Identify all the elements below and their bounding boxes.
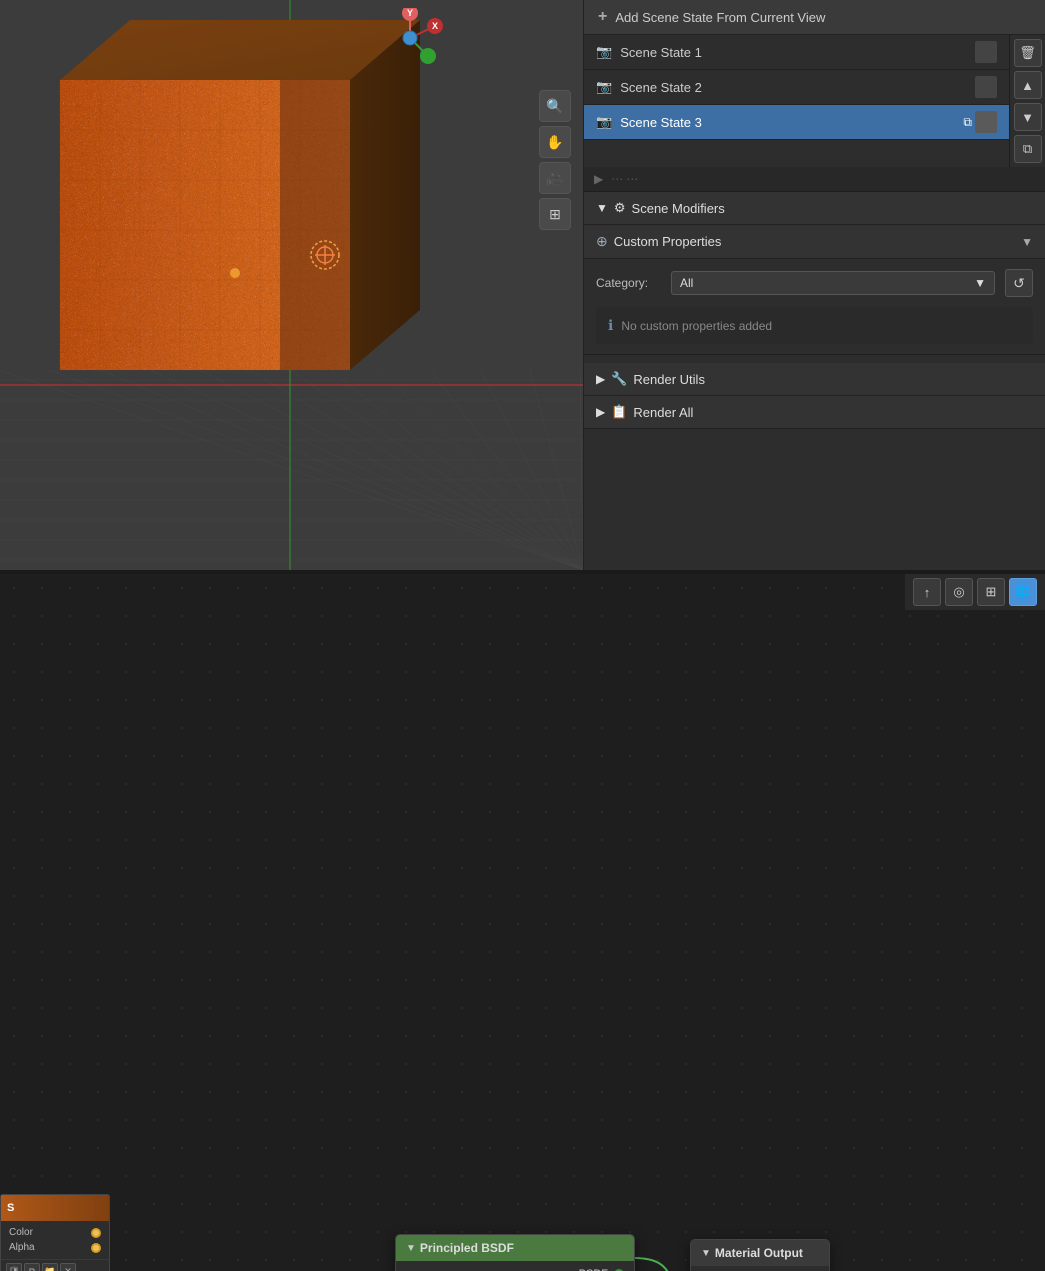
- zoom-tool-btn[interactable]: 🔍: [539, 90, 571, 122]
- card-top-color-label: Color: [9, 1227, 87, 1238]
- scene-states-list: 📷 Scene State 1 📷 Scene State 2 📷 Scene …: [584, 35, 1009, 167]
- left-card-top: S Color Alpha 🛡 ⧉ 📁 ✕ ▼ ▼ ▼ ▼ ▼: [0, 1194, 110, 1271]
- principled-chevron-icon: ▼: [406, 1243, 416, 1254]
- custom-properties-body: Category: All ▼ ↺ ℹ No custom properties…: [584, 259, 1045, 354]
- pan-tool-btn[interactable]: ✋: [539, 126, 571, 158]
- render-utils-chevron: ▶: [596, 372, 605, 386]
- custom-properties-title: Custom Properties: [614, 234, 1015, 249]
- toolbar-circle-button[interactable]: ◎: [945, 578, 973, 606]
- playback-row: ▶ ⋯⋯: [584, 167, 1045, 192]
- card-top-color-socket: [91, 1228, 101, 1238]
- card-top-close-btn[interactable]: ✕: [60, 1263, 76, 1271]
- scene-states-container: 📷 Scene State 1 📷 Scene State 2 📷 Scene …: [584, 35, 1045, 167]
- scene-states-sidebar: 🗑 ▲ ▼ ⧉: [1009, 35, 1045, 167]
- toolbar-globe-button[interactable]: 🌐: [1009, 578, 1037, 606]
- no-props-message: ℹ No custom properties added: [596, 307, 1033, 344]
- category-chevron-icon: ▼: [974, 276, 986, 290]
- delete-scene-state-button[interactable]: 🗑: [1014, 39, 1042, 67]
- scene-modifiers-section[interactable]: ▼ ⚙ Scene Modifiers: [584, 192, 1045, 225]
- navigation-gizmo[interactable]: Y X: [370, 8, 450, 68]
- camera-icon-1: 📷: [596, 44, 612, 60]
- bsdf-output-row: BSDF: [396, 1265, 634, 1271]
- scene-state-thumbnail-2: [975, 76, 997, 98]
- scene-state-item-1[interactable]: 📷 Scene State 1: [584, 35, 1009, 70]
- left-card-top-title: S: [7, 1202, 14, 1214]
- render-utils-icon: 🔧: [611, 371, 627, 387]
- card-top-alpha-row: Alpha: [1, 1240, 109, 1255]
- toolbar-grid-button[interactable]: ⊞: [977, 578, 1005, 606]
- node-editor-background: [0, 574, 1045, 1271]
- add-scene-state-label: Add Scene State From Current View: [615, 10, 825, 25]
- custom-properties-header[interactable]: ⊕ Custom Properties ▼: [584, 225, 1045, 259]
- card-top-copy-btn[interactable]: ⧉: [24, 1263, 40, 1271]
- card-top-alpha-socket: [91, 1243, 101, 1253]
- scene-modifiers-chevron: ▼: [596, 201, 608, 215]
- node-editor[interactable]: ↑ ◎ ⊞ 🌐 S Color Alpha �: [0, 574, 1045, 1271]
- scene-state-thumbnail-3: [975, 111, 997, 133]
- scene-state-thumbnail-1: [975, 41, 997, 63]
- material-output-title: Material Output: [715, 1246, 803, 1260]
- playback-dots: ⋯⋯: [611, 172, 641, 186]
- render-utils-section[interactable]: ▶ 🔧 Render Utils: [584, 363, 1045, 396]
- camera-icon-3: 📷: [596, 114, 612, 130]
- principled-bsdf-header[interactable]: ▼ Principled BSDF: [396, 1235, 634, 1261]
- scene-state-actions-3: ⧉: [963, 111, 997, 133]
- camera-tool-btn[interactable]: 🎥: [539, 162, 571, 194]
- viewport-background: [0, 0, 583, 570]
- principled-bsdf-body: BSDF Base Color Metallic Roughness: [396, 1261, 634, 1271]
- viewport-tools: 🔍 ✋ 🎥 ⊞: [539, 90, 571, 230]
- add-scene-state-button[interactable]: + Add Scene State From Current View: [584, 0, 1045, 35]
- info-icon: ℹ: [608, 317, 613, 334]
- move-down-button[interactable]: ▼: [1014, 103, 1042, 131]
- move-up-button[interactable]: ▲: [1014, 71, 1042, 99]
- render-all-title: Render All: [633, 405, 1033, 420]
- left-card-top-header: S: [1, 1195, 109, 1221]
- render-utils-title: Render Utils: [633, 372, 1033, 387]
- material-output-header[interactable]: ▼ Material Output: [691, 1240, 829, 1266]
- scene-modifiers-title: Scene Modifiers: [632, 201, 1033, 216]
- card-top-folder-btn[interactable]: 📁: [42, 1263, 58, 1271]
- card-top-controls: 🛡 ⧉ 📁 ✕: [1, 1259, 109, 1271]
- material-output-node: ▼ Material Output All ▼ Surface Volume: [690, 1239, 830, 1271]
- top-section: Y X 🔍 ✋ 🎥 ⊞ + Add Scene State Fro: [0, 0, 1045, 570]
- camera-icon-2: 📷: [596, 79, 612, 95]
- card-top-color-row: Color: [1, 1225, 109, 1240]
- svg-text:X: X: [432, 21, 438, 31]
- copy-scene-state-button[interactable]: ⧉: [1014, 135, 1042, 163]
- toolbar-up-button[interactable]: ↑: [913, 578, 941, 606]
- card-top-alpha-label: Alpha: [9, 1242, 87, 1253]
- no-props-text: No custom properties added: [621, 319, 772, 333]
- custom-props-icon: ⊕: [596, 233, 608, 250]
- category-row: Category: All ▼ ↺: [596, 269, 1033, 297]
- svg-text:Y: Y: [407, 8, 413, 18]
- plus-icon: +: [598, 8, 607, 26]
- right-panel: + Add Scene State From Current View 📷 Sc…: [583, 0, 1045, 570]
- scene-state-label-3: Scene State 3: [620, 115, 955, 130]
- play-icon: ▶: [594, 172, 603, 186]
- custom-properties-section: ⊕ Custom Properties ▼ Category: All ▼ ↺ …: [584, 225, 1045, 355]
- custom-props-chevron: ▼: [1021, 235, 1033, 249]
- scene-state-item-3[interactable]: 📷 Scene State 3 ⧉: [584, 105, 1009, 140]
- left-card-top-body: Color Alpha: [1, 1221, 109, 1259]
- scene-state-label-1: Scene State 1: [620, 45, 967, 60]
- principled-bsdf-title: Principled BSDF: [420, 1241, 514, 1255]
- category-select[interactable]: All ▼: [671, 271, 995, 295]
- card-top-shield-btn[interactable]: 🛡: [6, 1263, 22, 1271]
- scene-state-label-2: Scene State 2: [620, 80, 967, 95]
- render-all-section[interactable]: ▶ 📋 Render All: [584, 396, 1045, 429]
- scene-state-item-2[interactable]: 📷 Scene State 2: [584, 70, 1009, 105]
- viewport-3d[interactable]: Y X 🔍 ✋ 🎥 ⊞: [0, 0, 583, 570]
- refresh-button[interactable]: ↺: [1005, 269, 1033, 297]
- duplicate-icon: ⧉: [963, 115, 972, 130]
- node-editor-toolbar: ↑ ◎ ⊞ 🌐: [905, 574, 1045, 610]
- grid-tool-btn[interactable]: ⊞: [539, 198, 571, 230]
- render-all-icon: 📋: [611, 404, 627, 420]
- scene-modifiers-icon: ⚙: [614, 200, 626, 216]
- render-all-chevron: ▶: [596, 405, 605, 419]
- principled-bsdf-node: ▼ Principled BSDF BSDF Base Color Metall…: [395, 1234, 635, 1271]
- category-label: Category:: [596, 276, 661, 290]
- category-value: All: [680, 276, 693, 290]
- material-output-chevron-icon: ▼: [701, 1248, 711, 1259]
